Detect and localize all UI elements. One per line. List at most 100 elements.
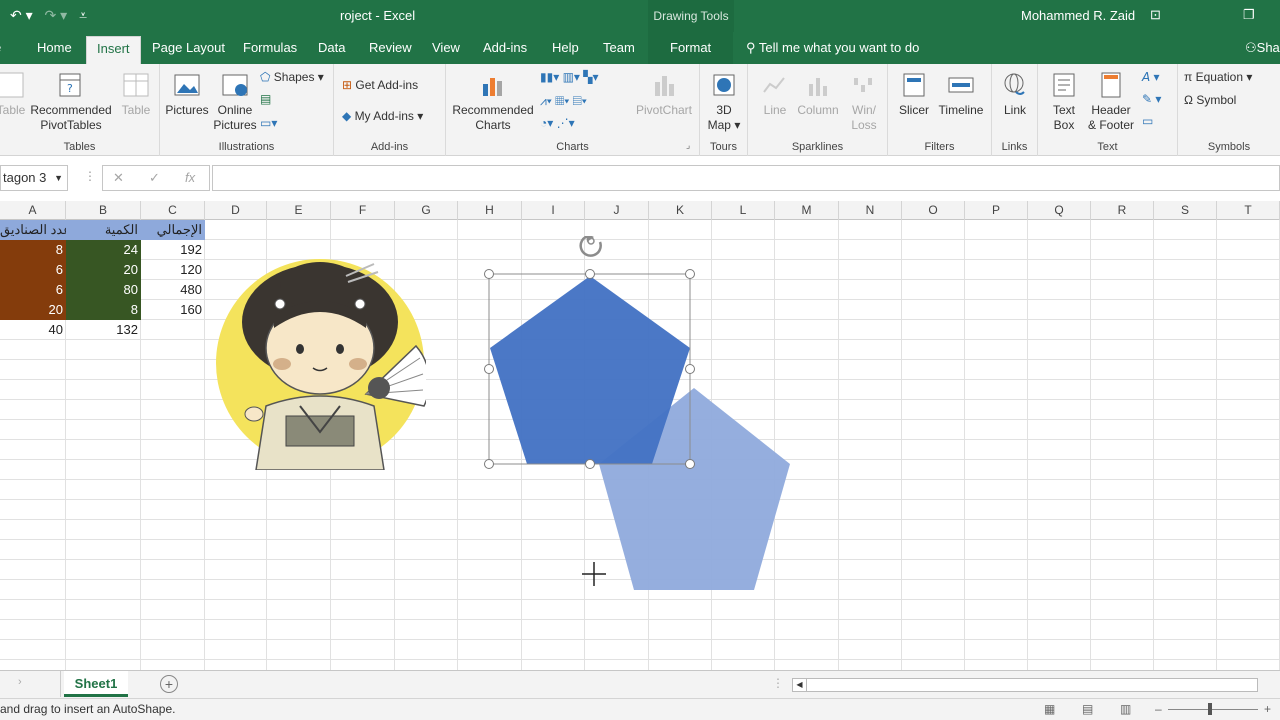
sparkline-winloss-button[interactable]: Win/ Loss (846, 70, 882, 133)
page-layout-view-icon[interactable]: ▤ (1082, 699, 1093, 719)
timeline-button[interactable]: Timeline (936, 70, 986, 118)
tab-format[interactable]: Format (648, 32, 734, 64)
object-button[interactable]: ▭ (1142, 114, 1153, 128)
cell-b3[interactable]: 20 (66, 260, 141, 280)
zoom-slider-thumb[interactable] (1208, 703, 1212, 715)
tab-view[interactable]: View (432, 40, 460, 55)
column-header-r[interactable]: R (1091, 201, 1154, 220)
cell-a2[interactable]: 8 (0, 240, 66, 260)
tab-review[interactable]: Review (369, 40, 412, 55)
zoom-in-icon[interactable]: + (1264, 699, 1271, 719)
ribbon-display-options-icon[interactable]: ⊡ (1150, 7, 1161, 23)
enter-icon[interactable]: ✓ (149, 166, 160, 190)
cancel-icon[interactable]: ✕ (113, 166, 124, 190)
sheet-scroll-right-icon[interactable]: › (18, 676, 22, 688)
column-header-o[interactable]: O (902, 201, 965, 220)
cell-b6-total[interactable]: 132 (66, 320, 141, 340)
online-pictures-button[interactable]: Online Pictures (212, 70, 258, 133)
column-header-t[interactable]: T (1217, 201, 1280, 220)
undo-icon[interactable]: ↶ ▾ (10, 7, 33, 23)
cell-b4[interactable]: 80 (66, 280, 141, 300)
tab-help[interactable]: Help (552, 40, 579, 55)
header-footer-button[interactable]: Header & Footer (1086, 70, 1136, 133)
tab-formulas[interactable]: Formulas (243, 40, 297, 55)
column-header-k[interactable]: K (649, 201, 712, 220)
column-header-i[interactable]: I (522, 201, 585, 220)
column-header-n[interactable]: N (839, 201, 902, 220)
header-cell-c[interactable]: الإجمالي (141, 220, 205, 240)
horizontal-scrollbar[interactable]: ◀ (792, 678, 1258, 692)
wordart-button[interactable]: 𝘈 ▾ (1142, 70, 1160, 84)
link-button[interactable]: Link (996, 70, 1034, 118)
user-name[interactable]: Mohammed R. Zaid (1021, 8, 1135, 23)
add-sheet-icon[interactable]: + (160, 675, 178, 693)
column-header-m[interactable]: M (775, 201, 839, 220)
line-chart-button[interactable]: ⩘▾ ▦▾ ▤▾ (540, 94, 587, 109)
column-header-q[interactable]: Q (1028, 201, 1091, 220)
column-header-b[interactable]: B (66, 201, 141, 220)
signature-line-button[interactable]: ✎ ▾ (1142, 92, 1161, 106)
pictures-button[interactable]: Pictures (164, 70, 210, 118)
tab-insert[interactable]: Insert (86, 36, 141, 64)
scroll-split-icon[interactable]: ⋮ (772, 676, 784, 690)
tell-me-search[interactable]: ⚲ Tell me what you want to do (746, 40, 919, 56)
pivotchart-button[interactable]: PivotChart (632, 70, 696, 118)
charts-dialog-launcher-icon[interactable]: ⌟ (686, 140, 690, 151)
column-header-f[interactable]: F (331, 201, 395, 220)
pivottable-button[interactable]: Table (0, 70, 26, 118)
share-button[interactable]: ⚇Sha (1245, 40, 1280, 56)
customize-qat-icon[interactable]: ⩡ (79, 7, 87, 23)
scroll-left-icon[interactable]: ◀ (793, 679, 807, 691)
pentagon-shape-selected[interactable] (490, 276, 690, 464)
restore-window-icon[interactable]: ❐ (1243, 7, 1255, 23)
tab-home[interactable]: Home (37, 40, 72, 55)
recommended-pivottables-button[interactable]: ? Recommended PivotTables (30, 70, 112, 133)
column-header-l[interactable]: L (712, 201, 775, 220)
worksheet-grid[interactable]: عدد الصناديق الكمية الإجمالي 8 24 192 6 … (0, 220, 1280, 670)
zoom-slider[interactable] (1168, 709, 1258, 710)
insert-function-icon[interactable]: fx (185, 166, 195, 190)
column-header-s[interactable]: S (1154, 201, 1217, 220)
cell-c3[interactable]: 120 (141, 260, 205, 280)
geisha-picture[interactable] (216, 256, 426, 470)
cell-a3[interactable]: 6 (0, 260, 66, 280)
tab-data[interactable]: Data (318, 40, 345, 55)
name-box[interactable]: tagon 3 ▼ (0, 165, 68, 191)
name-box-dropdown-icon[interactable]: ▼ (54, 166, 63, 190)
smartart-button[interactable]: ▤ (260, 92, 271, 106)
header-cell-b[interactable]: الكمية (66, 220, 141, 240)
get-addins-button[interactable]: ⊞ Get Add-ins (342, 78, 418, 92)
column-header-e[interactable]: E (267, 201, 331, 220)
column-header-d[interactable]: D (205, 201, 267, 220)
cell-a4[interactable]: 6 (0, 280, 66, 300)
my-addins-button[interactable]: ◆ My Add-ins ▾ (342, 109, 423, 123)
column-header-j[interactable]: J (585, 201, 649, 220)
sparkline-column-button[interactable]: Column (794, 70, 842, 118)
3d-map-button[interactable]: 3D Map ▾ (704, 70, 744, 133)
symbol-button[interactable]: Ω Symbol (1184, 93, 1236, 107)
cell-b5[interactable]: 8 (66, 300, 141, 320)
shapes-button[interactable]: ⬠ Shapes ▾ (260, 70, 324, 84)
tab-team[interactable]: Team (603, 40, 635, 55)
formula-input[interactable] (212, 165, 1280, 191)
table-button[interactable]: Table (118, 70, 154, 118)
page-break-view-icon[interactable]: ▥ (1120, 699, 1131, 719)
equation-button[interactable]: π Equation ▾ (1184, 70, 1252, 84)
tab-addins[interactable]: Add-ins (483, 40, 527, 55)
scrollbar-thumb[interactable] (809, 680, 1255, 690)
slicer-button[interactable]: Slicer (894, 70, 934, 118)
normal-view-icon[interactable]: ▦ (1044, 699, 1055, 719)
recommended-charts-button[interactable]: Recommended Charts (450, 70, 536, 133)
cell-b2[interactable]: 24 (66, 240, 141, 260)
column-header-h[interactable]: H (458, 201, 522, 220)
sheet-tab-sheet1[interactable]: Sheet1 (64, 671, 128, 697)
tab-page-layout[interactable]: Page Layout (152, 40, 225, 55)
zoom-out-icon[interactable]: – (1155, 699, 1162, 719)
cell-c2[interactable]: 192 (141, 240, 205, 260)
sparkline-line-button[interactable]: Line (758, 70, 792, 118)
header-cell-a[interactable]: عدد الصناديق (0, 220, 66, 240)
cell-c5[interactable]: 160 (141, 300, 205, 320)
cell-a6-total[interactable]: 40 (0, 320, 66, 340)
text-box-button[interactable]: Text Box (1044, 70, 1084, 133)
column-header-a[interactable]: A (0, 201, 66, 220)
